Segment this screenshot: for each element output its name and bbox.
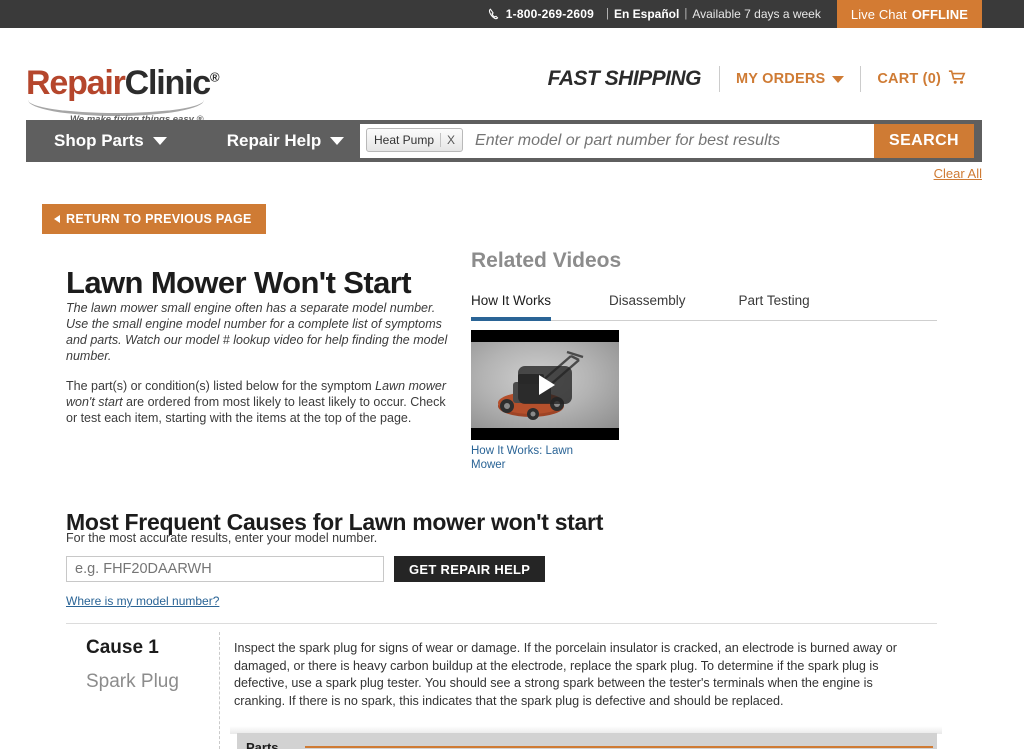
- live-chat-button[interactable]: Live Chat OFFLINE: [836, 0, 982, 28]
- nav-repair-help-label: Repair Help: [226, 131, 322, 150]
- nav-repair-help[interactable]: Repair Help: [226, 131, 345, 151]
- top-utility-bar-inner: 1-800-269-2609 | En Español | Available …: [488, 0, 982, 28]
- clear-all-link[interactable]: Clear All: [934, 166, 982, 181]
- phone-number[interactable]: 1-800-269-2609: [506, 7, 594, 21]
- intro-paragraph-1: The lawn mower small engine often has a …: [66, 301, 448, 363]
- chevron-down-icon: [832, 75, 845, 83]
- parts-panel-label: Parts: [246, 740, 279, 749]
- related-videos-tabs: How It Works Disassembly Part Testing: [471, 293, 937, 321]
- search-filter-chip-label: Heat Pump: [374, 133, 435, 147]
- play-button-icon[interactable]: [518, 366, 572, 404]
- arrow-left-icon: [54, 215, 60, 223]
- fast-shipping-badge: FAST SHIPPING: [547, 67, 702, 90]
- shopping-cart-icon: [948, 69, 966, 89]
- video-thumbnail-image: [471, 342, 619, 428]
- model-number-input[interactable]: [66, 556, 384, 582]
- chevron-down-icon: [330, 137, 345, 145]
- my-orders-label: MY ORDERS: [736, 71, 826, 87]
- page-root: 1-800-269-2609 | En Español | Available …: [0, 0, 1024, 749]
- chip-divider: [440, 133, 442, 147]
- live-chat-label: Live Chat: [850, 6, 907, 22]
- cart-label: CART (0): [877, 71, 941, 87]
- site-header: RepairClinic® We make fixing things easy…: [0, 28, 1024, 139]
- top-utility-bar: 1-800-269-2609 | En Español | Available …: [0, 0, 1024, 28]
- phone-icon: [488, 7, 501, 21]
- related-videos-heading: Related Videos: [471, 249, 622, 272]
- cause-1-description: Inspect the spark plug for signs of wear…: [234, 641, 897, 708]
- search-input[interactable]: [463, 124, 874, 158]
- logo-repair-text: Repair: [26, 64, 126, 102]
- cause-1-part-name: Spark Plug: [86, 671, 179, 692]
- my-orders-menu[interactable]: MY ORDERS: [720, 71, 860, 87]
- header-right-nav: FAST SHIPPING MY ORDERS CART (0): [548, 66, 982, 92]
- cause-1-vertical-rule: [219, 632, 220, 749]
- nav-shop-parts[interactable]: Shop Parts: [54, 131, 167, 151]
- chevron-down-icon: [152, 137, 167, 145]
- where-is-my-model-number-link[interactable]: Where is my model number?: [66, 594, 219, 608]
- tab-disassembly[interactable]: Disassembly: [609, 293, 686, 320]
- get-repair-help-button[interactable]: GET REPAIR HELP: [394, 556, 546, 582]
- top-sep-1: |: [605, 8, 609, 20]
- intro-text-block: The lawn mower small engine often has a …: [66, 300, 454, 440]
- cause-section-divider: [66, 623, 937, 624]
- espanol-link[interactable]: En Español: [614, 7, 679, 21]
- page-title: Lawn Mower Won't Start: [66, 264, 412, 300]
- parts-panel-rule: [305, 746, 933, 748]
- logo-registered-mark: ®: [210, 69, 220, 85]
- search-button[interactable]: SEARCH: [874, 124, 974, 158]
- availability-text: Available 7 days a week: [692, 7, 821, 21]
- logo-wordmark: RepairClinic®: [26, 64, 220, 102]
- topbar-tail: [982, 0, 1024, 28]
- accurate-results-note: For the most accurate results, enter you…: [66, 531, 378, 545]
- logo-clinic-text: Clinic: [124, 64, 212, 102]
- return-to-previous-page-button[interactable]: RETURN TO PREVIOUS PAGE: [42, 204, 266, 234]
- site-logo[interactable]: RepairClinic® We make fixing things easy…: [26, 64, 220, 125]
- tab-part-testing[interactable]: Part Testing: [739, 293, 810, 320]
- intro-paragraph-2: The part(s) or condition(s) listed below…: [66, 378, 454, 426]
- top-sep-2: |: [684, 8, 688, 20]
- nav-shop-parts-label: Shop Parts: [54, 131, 144, 150]
- phone-block: 1-800-269-2609: [488, 7, 601, 21]
- live-chat-status: OFFLINE: [911, 6, 968, 22]
- search-filter-chip-heat-pump[interactable]: Heat Pump X: [366, 128, 464, 152]
- cause-1-number: Cause 1: [86, 637, 159, 658]
- intro-p2-part-a: The part(s) or condition(s) listed below…: [66, 379, 376, 393]
- cart-button[interactable]: CART (0): [861, 69, 982, 89]
- main-navigation-bar: Shop Parts Repair Help Heat Pump X SEARC…: [26, 120, 982, 162]
- video-caption-link[interactable]: How It Works: Lawn Mower: [471, 444, 601, 472]
- return-button-label: RETURN TO PREVIOUS PAGE: [66, 212, 252, 226]
- intro-p2-part-b: are ordered from most likely to least li…: [66, 395, 446, 425]
- tab-how-it-works[interactable]: How It Works: [471, 293, 552, 321]
- search-bar: Heat Pump X SEARCH: [360, 124, 974, 158]
- close-icon[interactable]: X: [447, 133, 455, 147]
- video-thumbnail[interactable]: [471, 330, 619, 440]
